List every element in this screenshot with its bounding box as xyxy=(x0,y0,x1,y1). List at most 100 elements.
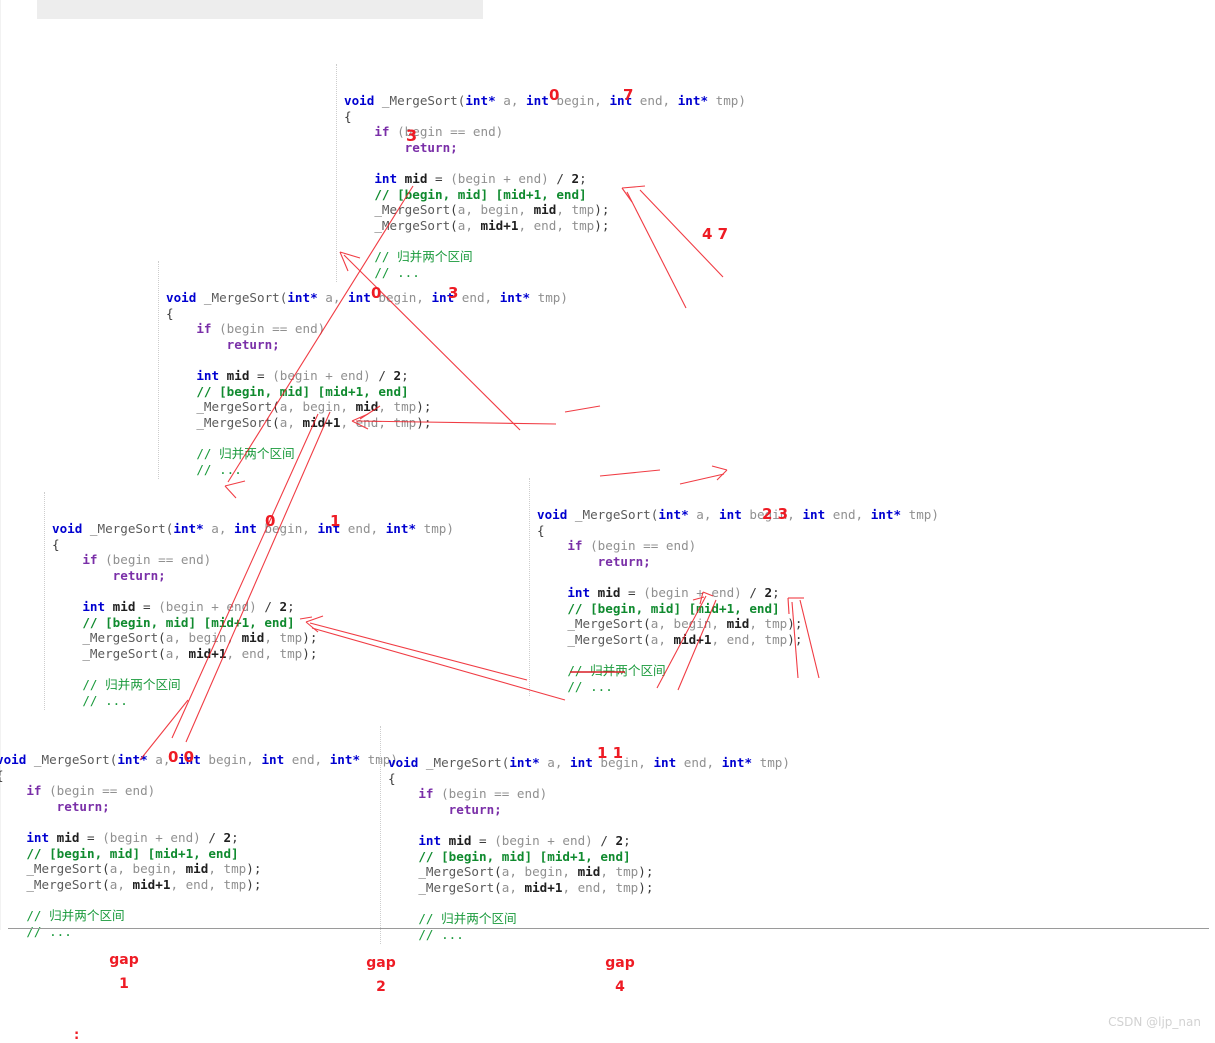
code-line: _MergeSort(a, begin, mid, tmp); xyxy=(418,864,654,880)
code-line: int mid = (begin + end) / 2; xyxy=(82,599,295,615)
annotation-lvl2-left-end: 1 xyxy=(330,512,341,530)
code-line: { xyxy=(166,305,174,321)
code-gutter xyxy=(336,64,338,283)
code-line: if (begin == end) xyxy=(26,783,156,799)
annotation-lvl1-end: 3 xyxy=(448,284,459,302)
watermark: CSDN @ljp_nan xyxy=(1108,1015,1201,1029)
code-block-root-0-7: void _MergeSort(int* a, int begin, int e… xyxy=(336,62,746,283)
gap-legend-label-2: gap xyxy=(366,955,396,971)
code-line: void _MergeSort(int* a, int begin, int e… xyxy=(0,752,398,768)
code-line: _MergeSort(a, mid+1, end, tmp); xyxy=(26,876,262,892)
code-line: // ... xyxy=(196,461,242,477)
code-line: // [begin, mid] [mid+1, end] xyxy=(567,600,780,616)
code-line: { xyxy=(537,522,545,538)
code-line: if (begin == end) xyxy=(418,786,548,802)
code-line: { xyxy=(52,536,60,552)
code-line: { xyxy=(344,108,352,124)
code-line: // ... xyxy=(26,923,72,939)
code-line: if (begin == end) xyxy=(82,552,212,568)
code-line: int mid = (begin + end) / 2; xyxy=(196,368,409,384)
code-block-0-3: void _MergeSort(int* a, int begin, int e… xyxy=(158,259,568,480)
annotation-root-mid: 3 xyxy=(406,126,418,145)
code-gutter xyxy=(44,492,46,711)
code-line: // [begin, mid] [mid+1, end] xyxy=(374,186,587,202)
code-line: int mid = (begin + end) / 2; xyxy=(567,585,780,601)
code-line: _MergeSort(a, begin, mid, tmp); xyxy=(26,861,262,877)
code-line: return; xyxy=(56,798,110,814)
code-line: int mid = (begin + end) / 2; xyxy=(26,830,239,846)
gap-legend-label-3: gap xyxy=(605,955,635,971)
code-line: // ... xyxy=(82,692,128,708)
code-line: return; xyxy=(597,553,651,569)
code-line: // ... xyxy=(418,926,464,942)
code-line: { xyxy=(388,770,396,786)
code-line: void _MergeSort(int* a, int begin, int e… xyxy=(344,93,746,109)
code-line: return; xyxy=(112,567,166,583)
annotation-leaf-left: 0 0 xyxy=(168,748,195,766)
code-block-0-1: void _MergeSort(int* a, int begin, int e… xyxy=(44,490,454,711)
code-line: // 归并两个区间 xyxy=(418,911,517,927)
top-gray-bar xyxy=(37,0,483,19)
code-block-leaf-0-0: void _MergeSort(int* a, int begin, int e… xyxy=(0,721,398,939)
code-line: _MergeSort(a, mid+1, end, tmp); xyxy=(82,645,318,661)
code-line: // [begin, mid] [mid+1, end] xyxy=(82,614,295,630)
code-line: return; xyxy=(404,139,458,155)
code-line: _MergeSort(a, begin, mid, tmp); xyxy=(374,202,610,218)
code-line: _MergeSort(a, begin, mid, tmp); xyxy=(82,630,318,646)
code-line: _MergeSort(a, begin, mid, tmp); xyxy=(196,399,432,415)
gap-legend-value-2: 2 xyxy=(376,979,386,995)
code-line: if (begin == end) xyxy=(567,538,697,554)
annotation-root-end: 7 xyxy=(623,86,634,104)
code-line: // 归并两个区间 xyxy=(26,908,125,924)
code-line: return; xyxy=(448,801,502,817)
code-line: _MergeSort(a, mid+1, end, tmp); xyxy=(567,631,803,647)
code-line: _MergeSort(a, mid+1, end, tmp); xyxy=(374,217,610,233)
code-line: if (begin == end) xyxy=(374,124,504,140)
code-block-2-3: void _MergeSort(int* a, int begin, int e… xyxy=(529,476,939,697)
code-line: // 归并两个区间 xyxy=(82,677,181,693)
code-gutter xyxy=(380,726,382,945)
code-line: if (begin == end) xyxy=(196,321,326,337)
code-line: // 归并两个区间 xyxy=(196,446,295,462)
code-line: // ... xyxy=(567,678,613,694)
annotation-root-begin: 0 xyxy=(549,86,560,104)
code-line: // [begin, mid] [mid+1, end] xyxy=(196,383,409,399)
annotation-lvl2-right: 2 3 xyxy=(762,505,789,523)
annotation-leaf-right: 1 1 xyxy=(597,744,624,762)
gap-legend-label-1: gap xyxy=(109,952,139,968)
code-gutter xyxy=(529,478,531,697)
code-line: void _MergeSort(int* a, int begin, int e… xyxy=(388,755,790,771)
code-line: _MergeSort(a, begin, mid, tmp); xyxy=(567,616,803,632)
annotation-lvl2-left-begin: 0 xyxy=(265,512,276,530)
code-line: // [begin, mid] [mid+1, end] xyxy=(418,848,631,864)
gap-legend-value-1: 1 xyxy=(119,976,129,992)
code-gutter xyxy=(158,261,160,480)
code-line: return; xyxy=(226,336,280,352)
code-line: void _MergeSort(int* a, int begin, int e… xyxy=(537,507,939,523)
code-line: _MergeSort(a, mid+1, end, tmp); xyxy=(418,879,654,895)
code-line: { xyxy=(0,768,398,784)
code-line: int mid = (begin + end) / 2; xyxy=(374,171,587,187)
code-line: // [begin, mid] [mid+1, end] xyxy=(26,845,239,861)
code-line: void _MergeSort(int* a, int begin, int e… xyxy=(166,290,568,306)
annotation-right-half: 4 7 xyxy=(702,225,729,243)
annotation-lvl1-begin: 0 xyxy=(371,284,382,302)
gap-legend-value-3: 4 xyxy=(615,979,625,995)
code-block-leaf-1-1: void _MergeSort(int* a, int begin, int e… xyxy=(380,724,790,945)
code-line: int mid = (begin + end) / 2; xyxy=(418,833,631,849)
code-line: _MergeSort(a, mid+1, end, tmp); xyxy=(196,414,432,430)
code-line: // 归并两个区间 xyxy=(567,663,666,679)
code-line: void _MergeSort(int* a, int begin, int e… xyxy=(52,521,454,537)
